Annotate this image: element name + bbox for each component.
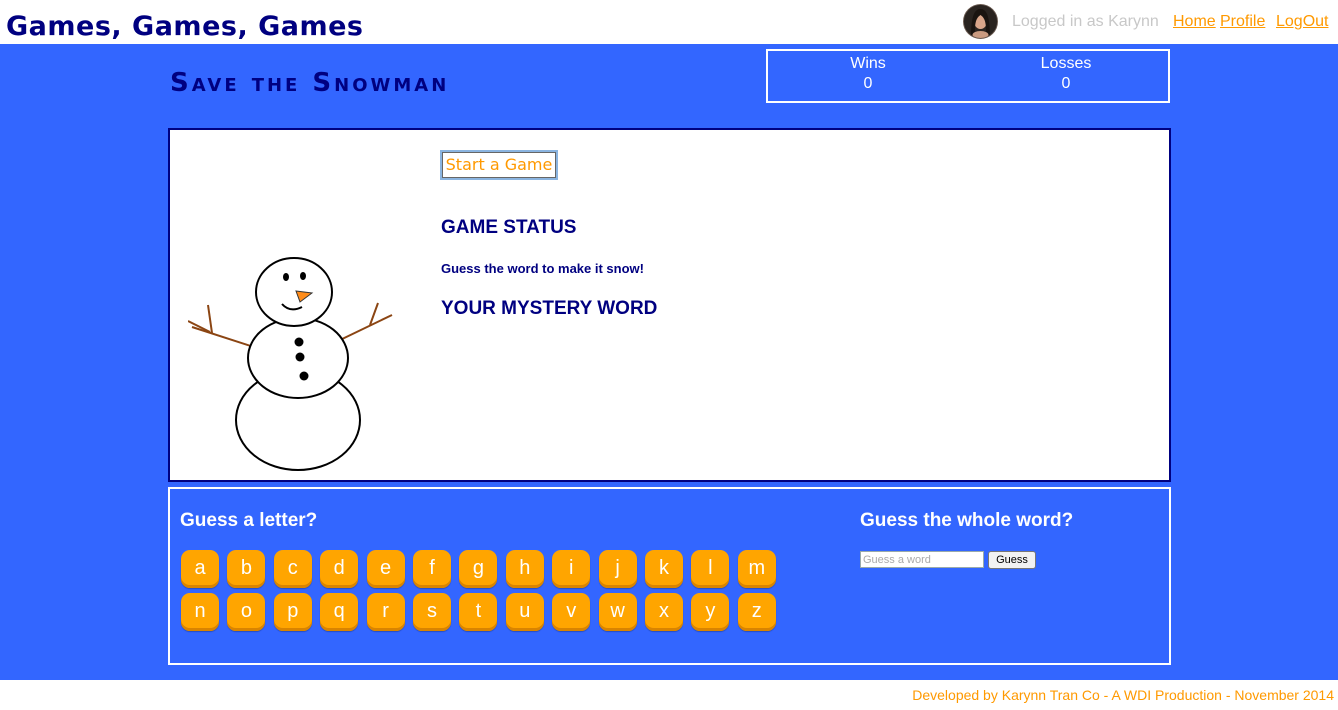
guess-word-input[interactable] <box>860 551 984 568</box>
left-arm-twig-2 <box>188 320 211 333</box>
letter-button-z[interactable]: z <box>737 593 776 631</box>
footer-credit: Developed by Karynn Tran Co - A WDI Prod… <box>912 687 1334 703</box>
letter-button-y[interactable]: y <box>691 593 730 631</box>
user-avatar[interactable] <box>964 5 997 38</box>
mystery-word-heading: YOUR MYSTERY WORD <box>441 298 658 319</box>
button-3 <box>299 371 309 381</box>
losses-value: 0 <box>1061 75 1071 92</box>
letter-button-r[interactable]: r <box>366 593 405 631</box>
letter-button-e[interactable]: e <box>366 550 405 588</box>
game-status-text: Guess the word to make it snow! <box>441 261 644 276</box>
letter-button-n[interactable]: n <box>181 593 219 631</box>
wins-value: 0 <box>863 75 873 92</box>
letter-button-i[interactable]: i <box>552 550 591 588</box>
wins-label: Wins <box>850 55 886 72</box>
letter-button-b[interactable]: b <box>227 550 266 588</box>
right-arm <box>337 314 393 342</box>
letter-button-j[interactable]: j <box>598 550 637 588</box>
nav-logout-link[interactable]: LogOut <box>1276 13 1328 31</box>
snowman-illustration <box>188 257 393 471</box>
letter-button-s[interactable]: s <box>413 593 451 631</box>
game-title: Save the Snowman <box>170 68 450 98</box>
losses-column: Losses 0 <box>966 54 1166 94</box>
snowman-head <box>255 257 333 327</box>
game-status-heading: GAME STATUS <box>441 217 577 238</box>
start-game-button[interactable]: Start a Game <box>440 150 558 180</box>
letter-button-l[interactable]: l <box>691 550 730 588</box>
letter-button-a[interactable]: a <box>181 550 219 588</box>
letter-button-q[interactable]: q <box>320 593 359 631</box>
letter-button-g[interactable]: g <box>459 550 498 588</box>
losses-label: Losses <box>1040 55 1092 72</box>
letter-button-u[interactable]: u <box>505 593 544 631</box>
nav-profile-link[interactable]: Profile <box>1220 13 1265 31</box>
game-panel: Start a Game GAME STATUS Guess the word … <box>168 128 1171 482</box>
left-arm-twig <box>207 304 213 334</box>
letter-button-t[interactable]: t <box>459 593 498 631</box>
letter-button-d[interactable]: d <box>320 550 359 588</box>
button-2 <box>295 352 305 362</box>
scoreboard: Wins 0 Losses 0 <box>766 49 1170 103</box>
guess-letter-heading: Guess a letter? <box>180 510 318 531</box>
letter-button-o[interactable]: o <box>227 593 266 631</box>
letter-button-v[interactable]: v <box>552 593 591 631</box>
logged-in-text: Logged in as Karynn <box>1012 13 1159 30</box>
letter-button-c[interactable]: c <box>273 550 312 588</box>
guess-word-button[interactable]: Guess <box>988 551 1036 569</box>
letter-button-h[interactable]: h <box>505 550 544 588</box>
letter-button-m[interactable]: m <box>737 550 776 588</box>
button-1 <box>294 337 304 347</box>
wins-column: Wins 0 <box>768 54 968 94</box>
letter-button-p[interactable]: p <box>273 593 312 631</box>
top-bar: Games, Games, Games Logged in as Karynn … <box>0 0 1338 44</box>
left-eye <box>283 273 289 281</box>
letter-button-f[interactable]: f <box>413 550 451 588</box>
letter-button-k[interactable]: k <box>645 550 683 588</box>
right-eye <box>300 272 306 280</box>
footer: Developed by Karynn Tran Co - A WDI Prod… <box>0 680 1338 710</box>
letter-button-x[interactable]: x <box>645 593 683 631</box>
nav-home-link[interactable]: Home <box>1173 13 1216 31</box>
site-title: Games, Games, Games <box>6 11 364 42</box>
guess-word-heading: Guess the whole word? <box>860 510 1074 531</box>
guess-panel: Guess a letter? abcdefghijklm nopqrstuvwx… <box>168 487 1171 665</box>
letter-button-w[interactable]: w <box>598 593 637 631</box>
